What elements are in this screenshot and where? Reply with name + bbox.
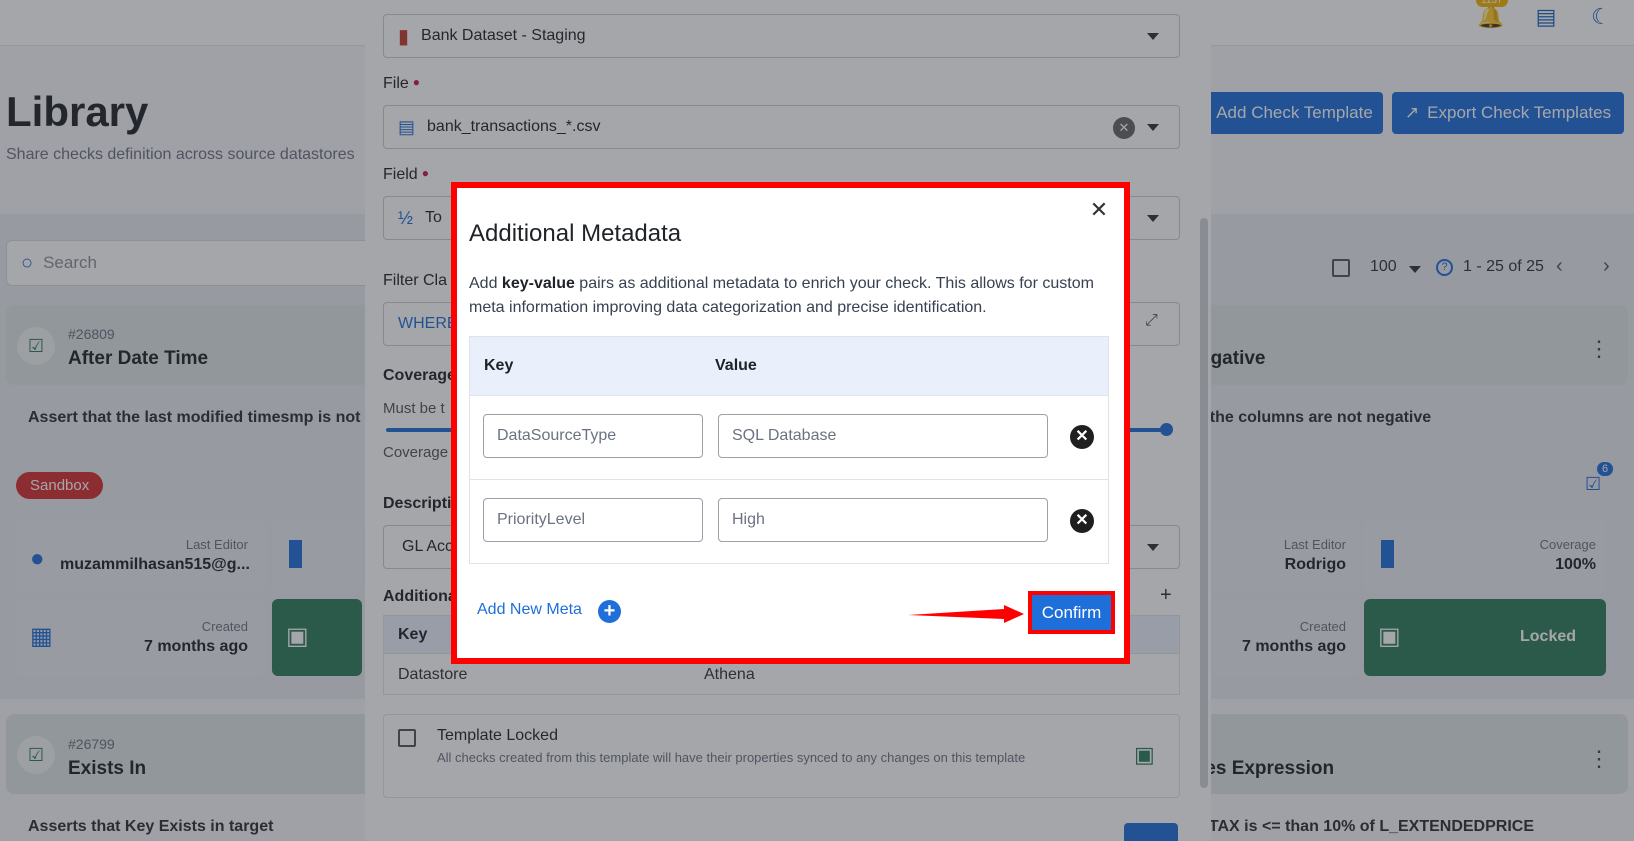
value-column-header: Value bbox=[715, 357, 757, 374]
key-column-header: Key bbox=[484, 357, 514, 374]
metadata-value-input[interactable]: SQL Database bbox=[718, 414, 1048, 458]
metadata-value-input[interactable]: High bbox=[718, 498, 1048, 542]
close-icon[interactable]: ✕ bbox=[1087, 198, 1111, 222]
add-new-meta-link[interactable]: Add New Meta bbox=[477, 601, 582, 619]
row-divider bbox=[470, 479, 1108, 480]
dialog-description: Add key-value pairs as additional metada… bbox=[469, 275, 1094, 316]
annotation-arrow-icon bbox=[908, 605, 1024, 623]
row-divider bbox=[470, 395, 1108, 396]
remove-row-icon[interactable]: ✕ bbox=[1070, 425, 1094, 449]
metadata-key-input[interactable]: PriorityLevel bbox=[483, 498, 703, 542]
confirm-button[interactable]: Confirm bbox=[1032, 595, 1111, 630]
add-circle-icon[interactable]: + bbox=[598, 600, 621, 623]
dialog-title: Additional Metadata bbox=[469, 220, 682, 247]
metadata-key-input[interactable]: DataSourceType bbox=[483, 414, 703, 458]
metadata-table-header bbox=[470, 337, 1108, 395]
remove-row-icon[interactable]: ✕ bbox=[1070, 509, 1094, 533]
